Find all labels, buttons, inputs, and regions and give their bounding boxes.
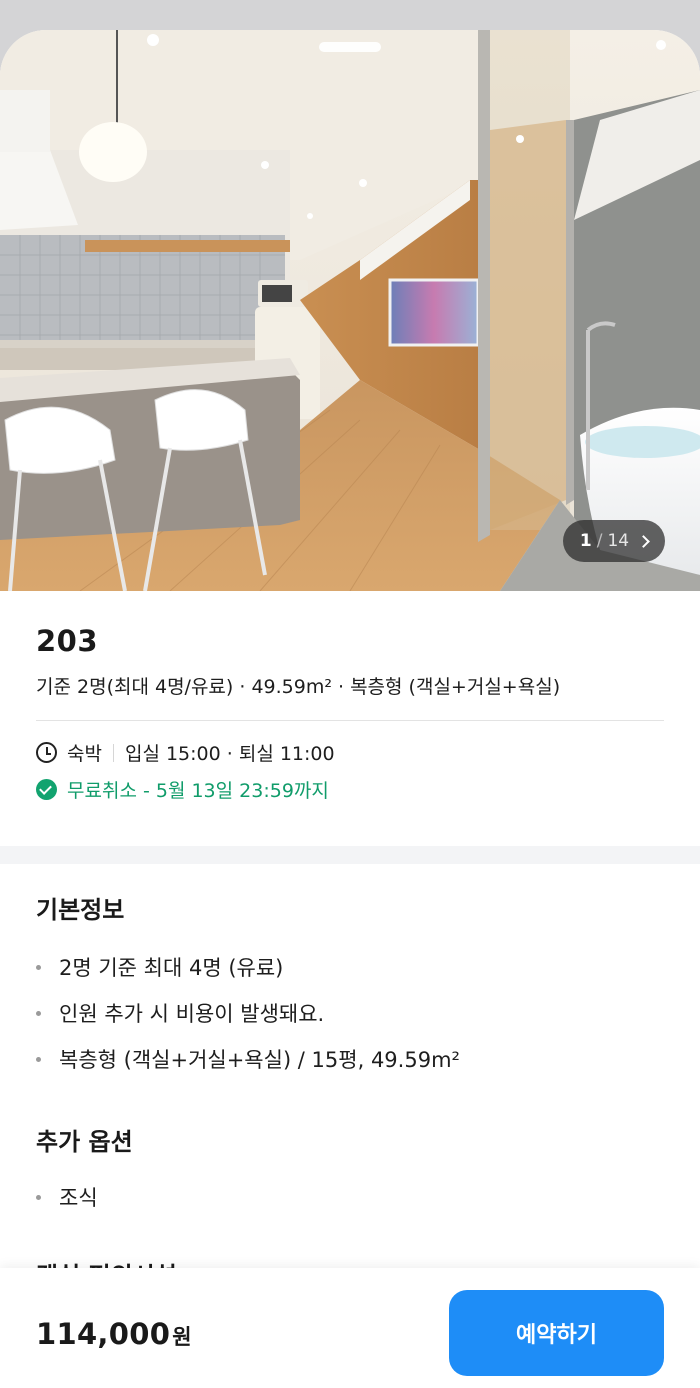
check-circle-icon <box>36 779 57 800</box>
bullet-icon <box>36 1194 41 1200</box>
bullet-icon <box>36 1010 41 1016</box>
room-photo-gallery[interactable]: 1 / 14 <box>0 30 700 591</box>
list-item-text: 복층형 (객실+거실+욕실) / 15평, 49.59m² <box>59 1048 460 1072</box>
stay-info-row: 숙박 입실 15:00 · 퇴실 11:00 <box>36 739 335 766</box>
room-detail-sheet: 1 / 14 203 기준 2명(최대 4명/유료) · 49.59m² · 복… <box>0 30 700 1388</box>
book-button[interactable]: 예약하기 <box>449 1290 664 1376</box>
free-cancellation-text: 무료취소 - 5월 13일 23:59까지 <box>67 780 329 802</box>
extra-options-title: 추가 옵션 <box>36 1128 133 1156</box>
check-in-out-times: 입실 15:00 · 퇴실 11:00 <box>124 743 335 765</box>
list-item: 복층형 (객실+거실+욕실) / 15평, 49.59m² <box>36 1044 460 1074</box>
booking-bar: 114,000 원 예약하기 <box>0 1268 700 1388</box>
price-currency: 원 <box>172 1325 192 1349</box>
list-item-text: 인원 추가 시 비용이 발생돼요. <box>59 1002 325 1026</box>
chevron-right-icon <box>637 534 650 548</box>
list-item-text: 2명 기준 최대 4명 (유료) <box>59 956 284 980</box>
room-title: 203 <box>36 624 99 658</box>
price: 114,000 원 <box>36 1317 192 1351</box>
clock-icon <box>36 742 57 763</box>
section-separator <box>0 846 700 864</box>
room-summary: 기준 2명(최대 4명/유료) · 49.59m² · 복층형 (객실+거실+욕… <box>36 676 561 698</box>
list-item: 조식 <box>36 1182 98 1212</box>
free-cancellation-row: 무료취소 - 5월 13일 23:59까지 <box>36 776 329 803</box>
vertical-divider <box>112 743 114 762</box>
list-item: 인원 추가 시 비용이 발생돼요. <box>36 998 324 1028</box>
divider <box>36 720 664 721</box>
bullet-icon <box>36 964 41 970</box>
photo-counter[interactable]: 1 / 14 <box>563 520 665 562</box>
room-photo <box>0 30 700 591</box>
bullet-icon <box>36 1056 41 1062</box>
sheet-grabber[interactable] <box>319 42 381 52</box>
list-item: 2명 기준 최대 4명 (유료) <box>36 952 283 982</box>
basic-info-title: 기본정보 <box>36 896 125 924</box>
price-amount: 114,000 <box>36 1317 171 1351</box>
list-item-text: 조식 <box>59 1186 98 1210</box>
stay-type: 숙박 <box>67 743 102 765</box>
photo-counter-separator: / <box>596 531 603 551</box>
photo-total-count: 14 <box>607 531 630 551</box>
photo-current-index: 1 <box>579 531 592 551</box>
